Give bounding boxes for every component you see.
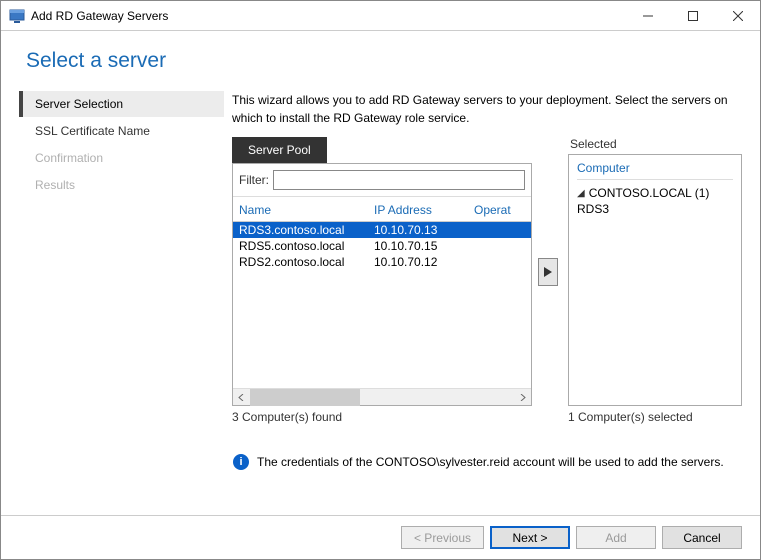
chevron-right-icon <box>544 267 552 277</box>
filter-label: Filter: <box>239 173 269 187</box>
selected-group-label: CONTOSO.LOCAL (1) <box>589 186 710 200</box>
nav-server-selection[interactable]: Server Selection <box>19 91 224 117</box>
pool-rows: RDS3.contoso.local 10.10.70.13 RDS5.cont… <box>233 222 531 388</box>
cell-name: RDS3.contoso.local <box>239 223 374 237</box>
close-button[interactable] <box>715 1 760 31</box>
previous-button: < Previous <box>401 526 484 549</box>
scrollbar-thumb[interactable] <box>250 389 360 406</box>
collapse-icon: ◢ <box>577 188 585 199</box>
nav-results: Results <box>19 172 224 198</box>
column-header-os[interactable]: Operat <box>474 203 534 217</box>
maximize-button[interactable] <box>670 1 715 31</box>
page-title: Select a server <box>26 49 760 73</box>
sidebar: Server Selection SSL Certificate Name Co… <box>19 91 224 424</box>
selected-column-header[interactable]: Computer <box>577 161 733 180</box>
nav-ssl-certificate-name[interactable]: SSL Certificate Name <box>19 118 224 144</box>
footer: < Previous Next > Add Cancel <box>1 515 760 559</box>
cell-ip: 10.10.70.13 <box>374 223 474 237</box>
cell-os <box>474 239 531 253</box>
server-pool-panel: Filter: Name IP Address Operat RDS3.cont… <box>232 163 532 406</box>
cell-os <box>474 223 531 237</box>
server-pool-tab[interactable]: Server Pool <box>232 137 327 163</box>
cell-name: RDS2.contoso.local <box>239 255 374 269</box>
move-right-button[interactable] <box>538 258 558 286</box>
cell-ip: 10.10.70.15 <box>374 239 474 253</box>
cell-ip: 10.10.70.12 <box>374 255 474 269</box>
selected-heading: Selected <box>568 137 742 151</box>
info-icon: i <box>233 454 249 470</box>
filter-input[interactable] <box>273 170 525 190</box>
cancel-button[interactable]: Cancel <box>662 526 742 549</box>
next-button[interactable]: Next > <box>490 526 570 549</box>
scroll-right-icon[interactable] <box>514 389 531 406</box>
selected-item[interactable]: RDS3 <box>577 202 733 216</box>
titlebar: Add RD Gateway Servers <box>1 1 760 31</box>
add-button: Add <box>576 526 656 549</box>
table-row[interactable]: RDS2.contoso.local 10.10.70.12 <box>233 254 531 270</box>
pool-column-headers: Name IP Address Operat <box>233 197 531 222</box>
pool-found-label: 3 Computer(s) found <box>232 410 532 424</box>
selected-group[interactable]: ◢ CONTOSO.LOCAL (1) <box>577 186 733 200</box>
column-header-ip[interactable]: IP Address <box>374 203 474 217</box>
app-icon <box>9 8 25 24</box>
credentials-note: The credentials of the CONTOSO\sylvester… <box>257 455 724 469</box>
window-title: Add RD Gateway Servers <box>31 9 625 23</box>
scroll-left-icon[interactable] <box>233 389 250 406</box>
cell-name: RDS5.contoso.local <box>239 239 374 253</box>
nav-confirmation: Confirmation <box>19 145 224 171</box>
minimize-button[interactable] <box>625 1 670 31</box>
selected-panel: Computer ◢ CONTOSO.LOCAL (1) RDS3 <box>568 154 742 406</box>
horizontal-scrollbar[interactable] <box>233 388 531 405</box>
cell-os <box>474 255 531 269</box>
selected-count-label: 1 Computer(s) selected <box>568 410 742 424</box>
column-header-name[interactable]: Name <box>239 203 374 217</box>
table-row[interactable]: RDS3.contoso.local 10.10.70.13 <box>233 222 531 238</box>
table-row[interactable]: RDS5.contoso.local 10.10.70.15 <box>233 238 531 254</box>
instructions-text: This wizard allows you to add RD Gateway… <box>232 91 742 127</box>
